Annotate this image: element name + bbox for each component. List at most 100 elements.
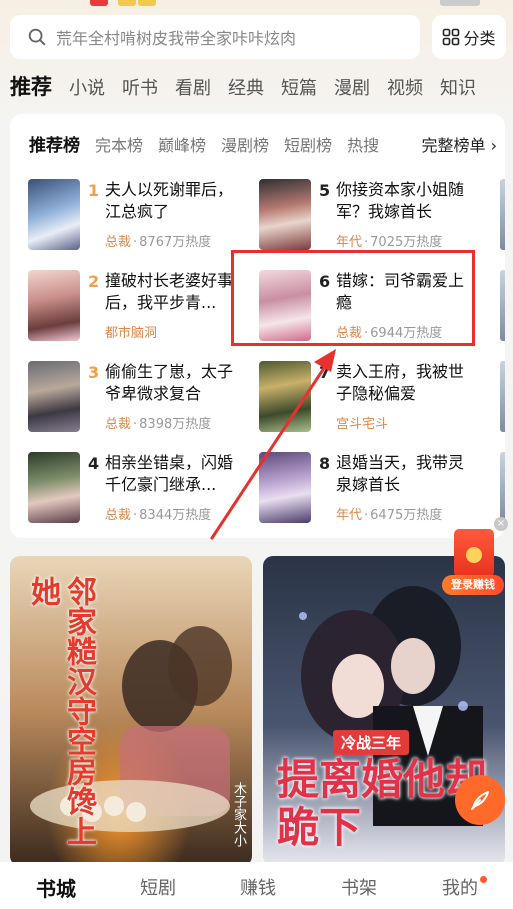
write-fab-button[interactable]: [455, 775, 505, 825]
next-column-cover[interactable]: [500, 452, 505, 523]
category-label: 分类: [463, 29, 496, 48]
book-genre[interactable]: 年代: [336, 508, 362, 523]
rank-number: 7: [319, 363, 331, 382]
banner-right-subtitle: 冷战三年: [333, 730, 410, 755]
book-heat: 8767万热度: [139, 235, 212, 250]
book-meta: 宫斗宅斗: [336, 413, 388, 432]
book-genre[interactable]: 总裁: [336, 326, 362, 341]
book-genre[interactable]: 总裁: [105, 235, 131, 250]
book-item-2[interactable]: 2 撞破村长老婆好事后，我平步青... 都市脑洞: [28, 270, 248, 342]
tab-comic-drama[interactable]: 漫剧: [334, 72, 370, 104]
ranking-tab-recommend[interactable]: 推荐榜: [29, 132, 80, 160]
search-icon: [28, 28, 46, 46]
rank-number: 1: [88, 181, 100, 200]
book-cover: [28, 270, 80, 341]
ranking-tab-hot-search[interactable]: 热搜: [347, 132, 379, 160]
tab-novel[interactable]: 小说: [69, 72, 105, 104]
book-cover: [259, 179, 311, 250]
full-list-link[interactable]: 完整榜单 ›: [417, 132, 497, 160]
book-item-3[interactable]: 3 偷偷生了崽，太子爷卑微求复合 总裁 · 8398万热度: [28, 361, 248, 433]
tab-drama[interactable]: 看剧: [175, 72, 211, 104]
ranking-card: 推荐榜 完本榜 巅峰榜 漫剧榜 短剧榜 热搜 完整榜单 › 1 夫人以死谢罪后，江总疯了 …: [10, 114, 505, 538]
login-reward-label: 登录赚钱: [442, 575, 504, 595]
book-cover: [259, 361, 311, 432]
grid-icon: [443, 28, 460, 46]
book-title: 偷偷生了崽，太子爷卑微求复合: [105, 362, 234, 403]
book-title: 夫人以死谢罪后，江总疯了: [105, 180, 234, 221]
book-meta: 都市脑洞: [105, 322, 157, 341]
nav-bookstore[interactable]: 书城: [26, 873, 86, 902]
book-title: 错嫁：司爷霸爱上瘾: [336, 271, 465, 312]
tab-short[interactable]: 短篇: [281, 72, 317, 104]
book-item-5[interactable]: 5 你接资本家小姐随军？我嫁首长 年代 · 7025万热度: [259, 179, 479, 251]
rank-number: 2: [88, 272, 100, 291]
close-icon[interactable]: ×: [494, 517, 508, 531]
search-input[interactable]: 荒年全村啃树皮我带全家咔咔炫肉: [10, 15, 420, 59]
book-title: 相亲坐错桌，闪婚千亿豪门继承...: [105, 453, 234, 494]
battery-icon: [440, 0, 480, 6]
rank-number: 4: [88, 454, 100, 473]
ranking-tab-complete[interactable]: 完本榜: [95, 132, 143, 160]
bottom-nav: 书城 短剧 赚钱 书架 我的: [0, 862, 513, 909]
book-heat: 7025万热度: [370, 235, 443, 250]
book-item-8[interactable]: 8 退婚当天，我带灵泉嫁首长 年代 · 6475万热度: [259, 452, 479, 524]
book-cover: [28, 361, 80, 432]
book-genre[interactable]: 总裁: [105, 417, 131, 432]
rank-number: 6: [319, 272, 331, 291]
status-bar: [0, 0, 513, 8]
book-cover: [259, 452, 311, 523]
book-item-1[interactable]: 1 夫人以死谢罪后，江总疯了 总裁 · 8767万热度: [28, 179, 248, 251]
book-cover: [28, 452, 80, 523]
book-meta: 总裁 · 8344万热度: [105, 508, 212, 523]
ranking-tab-peak[interactable]: 巅峰榜: [158, 132, 206, 160]
nav-bookshelf[interactable]: 书架: [329, 874, 389, 900]
banner-left[interactable]: 邻家糙汉守空房馋上她 木子家大小: [10, 556, 252, 866]
nav-earn[interactable]: 赚钱: [228, 874, 288, 900]
book-meta: 年代 · 7025万热度: [336, 235, 443, 250]
tabs-fade: [377, 132, 413, 160]
book-meta: 总裁 · 8767万热度: [105, 235, 212, 250]
login-reward-widget[interactable]: × 登录赚钱: [440, 517, 508, 599]
tab-recommend[interactable]: 推荐: [10, 70, 52, 104]
tab-video[interactable]: 视频: [387, 72, 423, 104]
book-title: 退婚当天，我带灵泉嫁首长: [336, 453, 465, 494]
tab-knowledge[interactable]: 知识: [440, 72, 476, 104]
book-heat: 8344万热度: [139, 508, 212, 523]
ranking-tab-short-drama[interactable]: 短剧榜: [284, 132, 332, 160]
nav-short-drama[interactable]: 短剧: [128, 874, 188, 900]
book-title: 卖入王府，我被世子隐秘偏爱: [336, 362, 465, 403]
book-heat: 6944万热度: [370, 326, 443, 341]
tab-classic[interactable]: 经典: [228, 72, 264, 104]
book-cover: [28, 179, 80, 250]
rank-number: 3: [88, 363, 100, 382]
ranking-tab-comic-drama[interactable]: 漫剧榜: [221, 132, 269, 160]
book-meta: 总裁 · 6944万热度: [336, 326, 443, 341]
book-genre[interactable]: 宫斗宅斗: [336, 417, 388, 432]
rank-number: 8: [319, 454, 331, 473]
book-cover: [259, 270, 311, 341]
book-item-4[interactable]: 4 相亲坐错桌，闪婚千亿豪门继承... 总裁 · 8344万热度: [28, 452, 248, 524]
book-item-7[interactable]: 7 卖入王府，我被世子隐秘偏爱 宫斗宅斗: [259, 361, 479, 433]
feather-pen-icon: [471, 791, 489, 810]
category-button[interactable]: 分类: [432, 15, 506, 59]
book-genre[interactable]: 总裁: [105, 508, 131, 523]
next-column-cover[interactable]: [500, 361, 505, 432]
notification-icon: [118, 0, 136, 6]
notification-icon: [138, 0, 156, 6]
next-column-cover[interactable]: [500, 270, 505, 341]
notification-icon: [90, 0, 108, 6]
book-item-6[interactable]: 6 错嫁：司爷霸爱上瘾 总裁 · 6944万热度: [259, 270, 479, 342]
rank-number: 5: [319, 181, 331, 200]
notification-dot: [480, 876, 487, 883]
banner-left-title: 邻家糙汉守空房馋上她: [25, 576, 96, 846]
book-heat: 6475万热度: [370, 508, 443, 523]
book-genre[interactable]: 年代: [336, 235, 362, 250]
book-genre[interactable]: 都市脑洞: [105, 326, 157, 341]
book-meta: 总裁 · 8398万热度: [105, 417, 212, 432]
banner-left-author: 木子家大小: [231, 782, 246, 847]
tab-audiobook[interactable]: 听书: [122, 72, 158, 104]
book-heat: 8398万热度: [139, 417, 212, 432]
red-envelope-icon: [454, 529, 494, 577]
next-column-cover[interactable]: [500, 179, 505, 250]
book-meta: 年代 · 6475万热度: [336, 508, 443, 523]
